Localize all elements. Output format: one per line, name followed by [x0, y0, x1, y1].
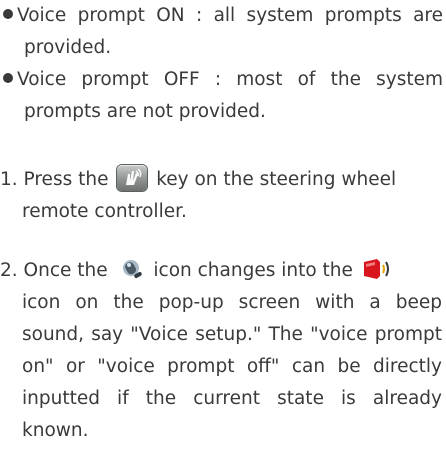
bullet-dot-icon: [3, 9, 13, 19]
step-2-line-6: known.: [22, 420, 89, 441]
step-2-text-a: 2. Once the: [0, 260, 114, 281]
microphone-icon: [120, 256, 146, 282]
step-1-text-a: 1. Press the: [0, 169, 115, 190]
step-2-line-2: icon on the pop-up screen with a beep: [22, 292, 442, 313]
step-1-text-b: key on the steering wheel: [150, 169, 397, 190]
step-2-line-5: inputted if the current state is already: [22, 388, 442, 409]
step-2-line-3: sound, say "Voice setup." The "voice pro…: [22, 324, 442, 345]
bullet-item-on: Voice prompt ON : all system prompts are: [0, 0, 443, 32]
manual-page: Voice prompt ON : all system prompts are…: [0, 0, 446, 473]
step-2: 2. Once the icon changes into the icon o…: [0, 255, 446, 447]
step-1-line-1: 1. Press the key on the steering wheel: [0, 164, 446, 196]
bullet-on-line-2: provided.: [24, 37, 112, 58]
bullet-on-line-1: Voice prompt ON : all system prompts are: [17, 5, 443, 26]
step-2-text-b: icon changes into the: [147, 260, 359, 281]
bullet-off-line-2: prompts are not provided.: [24, 101, 266, 122]
step-2-line-4: on" or "voice prompt off" can be directl…: [22, 356, 442, 377]
bullet-dot-icon: [3, 73, 13, 83]
voice-prompt-bullets: Voice prompt ON : all system prompts are…: [0, 0, 446, 128]
bullet-item-off: Voice prompt OFF : most of the system: [0, 64, 443, 96]
speaking-icon: [361, 256, 393, 282]
step-2-line-1: 2. Once the icon changes into the: [0, 255, 446, 287]
bullet-off-line-1: Voice prompt OFF : most of the system: [17, 69, 443, 90]
step-1-line-2: remote controller.: [22, 201, 187, 222]
voice-recognition-key-icon: [117, 165, 148, 191]
step-1: 1. Press the key on the steering wheel r…: [0, 164, 446, 228]
